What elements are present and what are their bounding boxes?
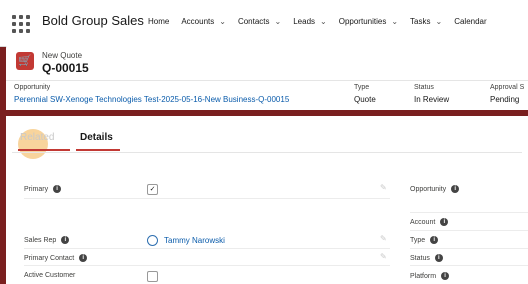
record-header: 🛒 New Quote Q-00015 Opportunity Perennia… xyxy=(6,44,528,110)
nav-item-home[interactable]: Home xyxy=(148,17,169,26)
status-field-label: Status i xyxy=(410,254,443,262)
user-icon xyxy=(147,235,158,246)
field-label: Status xyxy=(410,254,430,262)
nav-item-accounts[interactable]: Accounts ⌄ xyxy=(181,17,226,26)
field-label: Primary xyxy=(24,185,49,193)
chevron-down-icon[interactable]: ⌄ xyxy=(391,17,398,26)
app-name: Bold Group Sales xyxy=(42,13,144,28)
divider xyxy=(12,152,522,153)
info-icon[interactable]: i xyxy=(430,236,439,244)
opportunity-link[interactable]: Perennial SW-Xenoge Technologies Test-20… xyxy=(14,95,289,104)
nav-item-tasks[interactable]: Tasks ⌄ xyxy=(410,17,442,26)
status-value: In Review xyxy=(414,95,450,104)
divider xyxy=(410,230,528,231)
opportunity-field-label: Opportunity i xyxy=(410,185,460,193)
active-customer-checkbox xyxy=(147,271,158,282)
nav-item-calendar[interactable]: Calendar xyxy=(454,17,486,26)
pencil-icon[interactable]: ✎ xyxy=(380,183,387,192)
divider xyxy=(410,265,528,266)
nav-item-contacts[interactable]: Contacts ⌄ xyxy=(238,17,281,26)
info-icon[interactable]: i xyxy=(440,218,449,226)
sales-rep-label: Sales Rep i xyxy=(24,236,70,244)
details-panel: Related Details Primary i ✓ ✎ Opportunity… xyxy=(6,116,528,284)
nav-item-label: Home xyxy=(148,17,170,26)
field-label: Account xyxy=(410,218,436,226)
type-field-label: Type i xyxy=(410,236,439,244)
nav-item-label: Contacts xyxy=(237,17,270,26)
nav-item-label: Accounts xyxy=(181,17,215,26)
sales-rep-name: Tammy Narowski xyxy=(164,236,225,245)
primary-contact-label: Primary Contact i xyxy=(24,254,88,262)
divider xyxy=(24,265,390,266)
chevron-down-icon[interactable]: ⌄ xyxy=(219,17,226,26)
primary-label: Primary i xyxy=(24,185,62,193)
field-label: Sales Rep xyxy=(24,236,57,244)
account-field-label: Account i xyxy=(410,218,449,226)
nav-item-label: Leads xyxy=(293,17,316,26)
pencil-icon[interactable]: ✎ xyxy=(380,252,387,261)
info-icon[interactable]: i xyxy=(451,185,460,193)
nav-item-label: Tasks xyxy=(410,17,431,26)
primary-checkbox: ✓ xyxy=(147,184,158,195)
nav-item-label: Opportunities xyxy=(338,17,387,26)
approval-status-label: Approval S xyxy=(490,84,525,91)
platform-field-label: Platform i xyxy=(410,272,450,280)
divider xyxy=(6,80,528,81)
divider xyxy=(24,198,390,199)
tab-details[interactable]: Details xyxy=(80,132,113,143)
info-icon[interactable]: i xyxy=(79,254,88,262)
record-title: Q-00015 xyxy=(42,61,89,75)
approval-status-value: Pending xyxy=(490,95,520,104)
type-label: Type xyxy=(354,84,370,91)
status-label: Status xyxy=(414,84,434,91)
nav-menu: Home Accounts ⌄ Contacts ⌄ Leads ⌄ Opportun… xyxy=(148,17,499,26)
active-customer-label: Active Customer xyxy=(24,272,75,279)
divider xyxy=(410,212,528,213)
info-icon[interactable]: i xyxy=(434,254,443,262)
app-launcher-icon[interactable] xyxy=(12,15,30,33)
nav-item-leads[interactable]: Leads ⌄ xyxy=(293,17,327,26)
divider xyxy=(410,248,528,249)
divider xyxy=(24,248,390,249)
tab-related[interactable]: Related xyxy=(20,132,54,143)
field-label: Type xyxy=(410,236,426,244)
type-value: Quote xyxy=(354,95,376,104)
tab-details-underline xyxy=(76,149,120,151)
field-label: Primary Contact xyxy=(24,254,75,262)
nav-item-label: Calendar xyxy=(454,17,487,26)
info-icon[interactable]: i xyxy=(61,236,70,244)
opportunity-label: Opportunity xyxy=(14,84,51,91)
field-label: Platform xyxy=(410,272,437,280)
chevron-down-icon[interactable]: ⌄ xyxy=(435,17,442,26)
cart-icon: 🛒 xyxy=(16,52,34,70)
field-label: Opportunity xyxy=(410,185,447,193)
chevron-down-icon[interactable]: ⌄ xyxy=(275,17,282,26)
field-label: Active Customer xyxy=(24,272,76,279)
tab-related-underline xyxy=(18,149,70,151)
pencil-icon[interactable]: ✎ xyxy=(380,234,387,243)
info-icon[interactable]: i xyxy=(441,272,450,280)
chevron-down-icon[interactable]: ⌄ xyxy=(320,17,327,26)
global-nav-bar: Bold Group Sales Home Accounts ⌄ Contacts… xyxy=(0,0,528,47)
object-type-label: New Quote xyxy=(42,51,83,60)
sales-rep-link[interactable]: Tammy Narowski xyxy=(147,235,225,246)
info-icon[interactable]: i xyxy=(53,185,62,193)
nav-item-opportunities[interactable]: Opportunities ⌄ xyxy=(339,17,398,26)
